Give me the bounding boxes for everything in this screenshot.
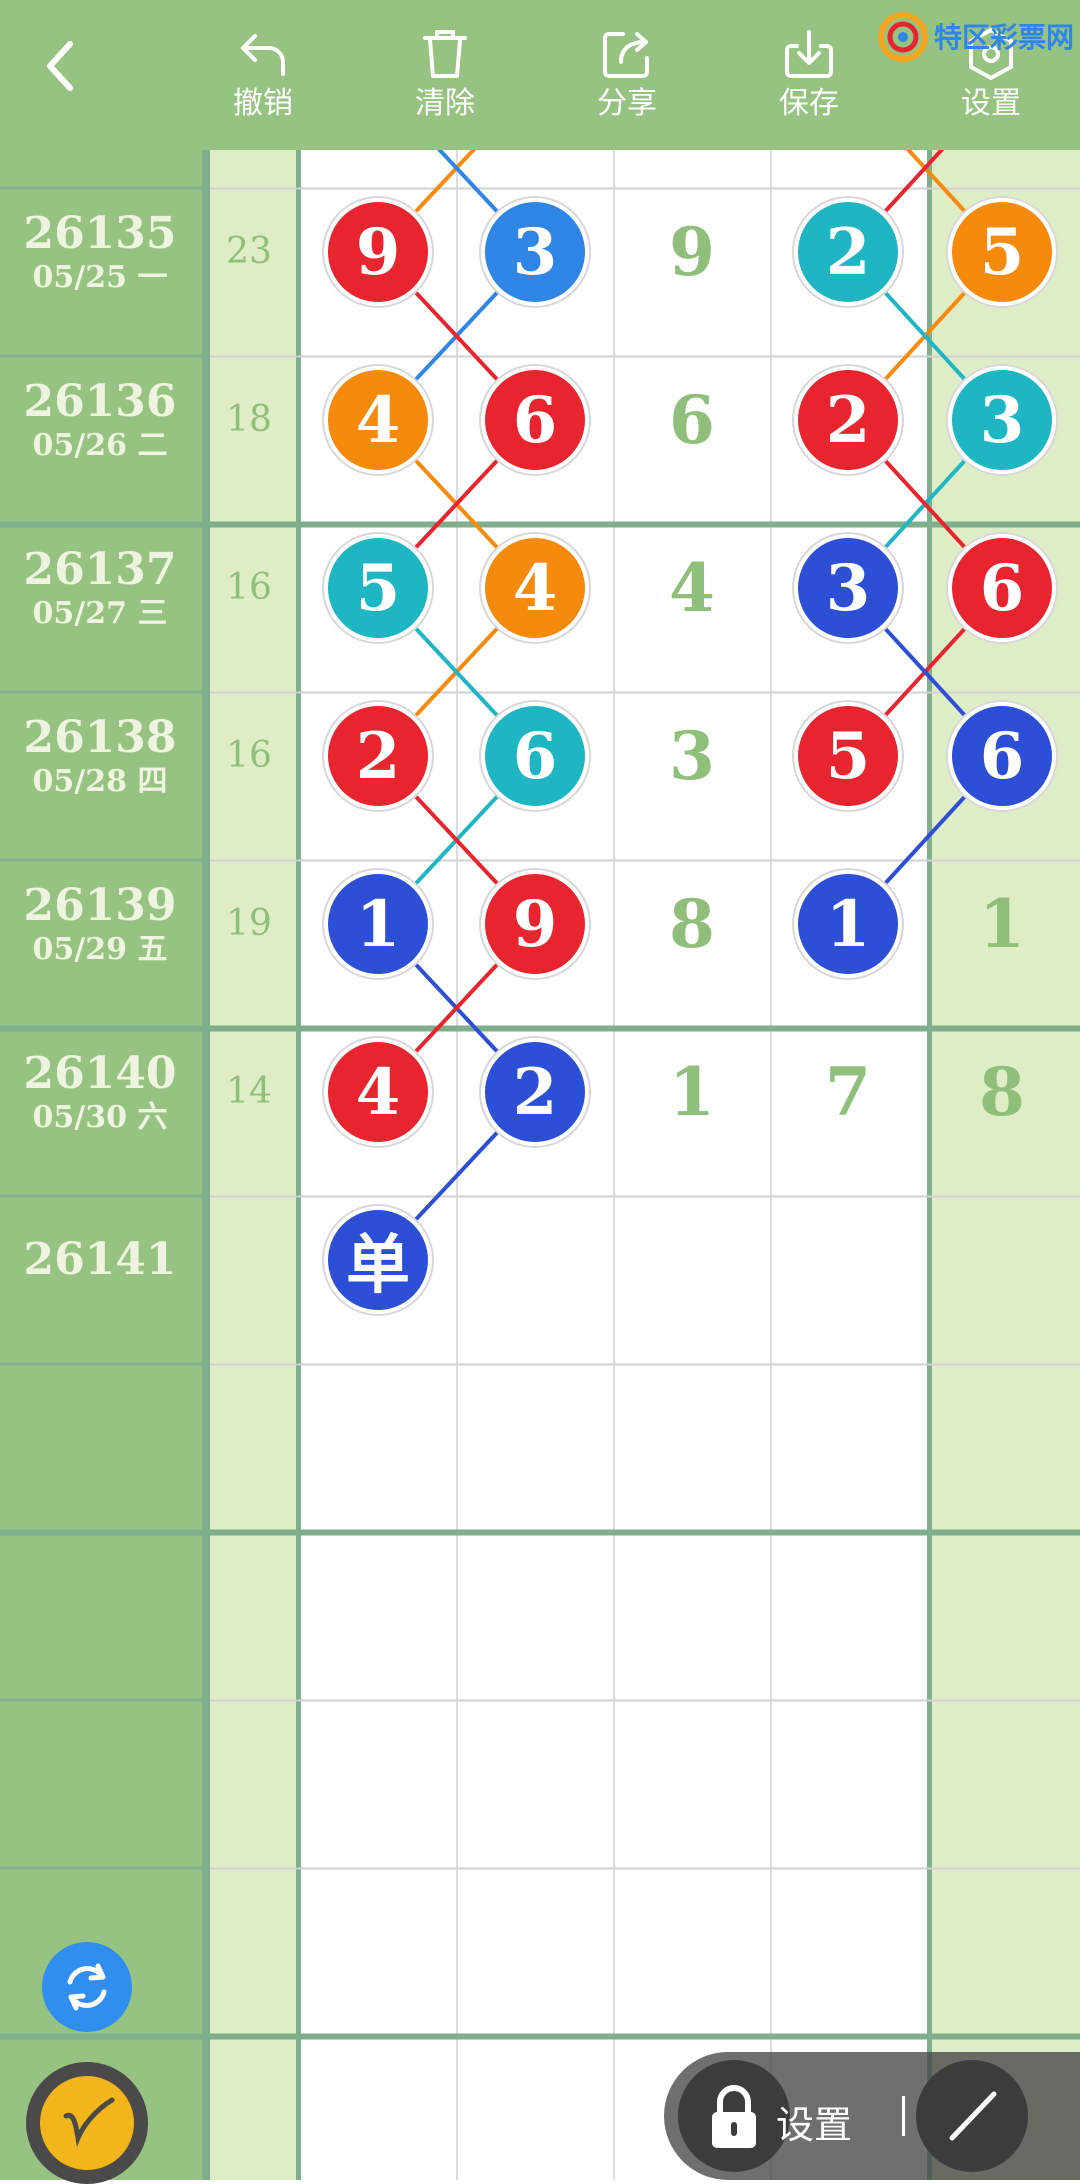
number-digit: 8: [669, 885, 715, 963]
watermark-text: 特区彩票网: [934, 21, 1075, 54]
number-ball[interactable]: 4: [481, 534, 589, 642]
clear-label: 清除: [415, 86, 475, 121]
refresh-button[interactable]: [42, 1942, 132, 2032]
period-cell: 26140 05/30 六: [0, 1050, 200, 1136]
period-column-border: [202, 0, 210, 2180]
sum-column-border: [296, 0, 301, 2180]
sum-value: 23: [226, 231, 272, 272]
site-watermark: 特区彩票网: [876, 8, 1076, 68]
drawing-control-bar: 设置: [664, 2052, 1080, 2180]
number-digit: 1: [669, 1053, 715, 1131]
pen-tool-button[interactable]: [26, 2062, 148, 2184]
undo-icon: [241, 34, 285, 76]
trash-icon: [423, 30, 467, 78]
number-ball[interactable]: 3: [948, 366, 1056, 474]
number-ball[interactable]: 5: [948, 198, 1056, 306]
save-button[interactable]: 保存: [749, 20, 869, 140]
number-ball[interactable]: 6: [481, 702, 589, 810]
number-ball[interactable]: 2: [794, 198, 902, 306]
period-number: 26138: [23, 712, 177, 763]
drawing-settings-label[interactable]: 设置: [776, 2094, 852, 2149]
period-date: 05/29 五: [32, 932, 168, 967]
sum-value: 16: [226, 735, 272, 776]
back-button[interactable]: [0, 20, 120, 140]
number-ball[interactable]: 6: [948, 702, 1056, 810]
period-number: 26137: [23, 544, 177, 595]
share-label: 分享: [597, 86, 657, 121]
number-digit: 8: [979, 1053, 1025, 1131]
chevron-left-icon: [47, 41, 73, 91]
sum-value: 16: [226, 567, 272, 608]
number-ball[interactable]: 5: [794, 702, 902, 810]
share-button[interactable]: 分享: [567, 20, 687, 140]
toolbar: 撤销 清除 分享 保存 设置 特区彩票网: [0, 0, 1080, 150]
straight-line-icon: [949, 2091, 997, 2141]
period-cell: 26141: [0, 1236, 200, 1284]
number-ball[interactable]: 4: [324, 1038, 432, 1146]
download-icon: [785, 30, 833, 78]
period-cell: 26137 05/27 三: [0, 546, 200, 632]
number-ball[interactable]: 5: [324, 534, 432, 642]
number-ball[interactable]: 9: [481, 870, 589, 978]
sum-value: 14: [226, 1071, 272, 1112]
settings-label: 设置: [961, 86, 1021, 121]
clear-button[interactable]: 清除: [385, 20, 505, 140]
share-icon: [603, 32, 649, 78]
number-ball[interactable]: 3: [794, 534, 902, 642]
number-digit: 3: [669, 717, 715, 795]
lock-button[interactable]: [678, 2060, 790, 2172]
period-number: 26135: [23, 208, 177, 259]
number-digit: 7: [825, 1053, 871, 1131]
period-cell: 26135 05/25 一: [0, 210, 200, 296]
period-date: 05/28 四: [32, 764, 168, 799]
divider: [902, 2096, 905, 2136]
number-ball[interactable]: 6: [481, 366, 589, 474]
number-ball[interactable]: 2: [324, 702, 432, 810]
number-ball[interactable]: 6: [948, 534, 1056, 642]
period-cell: 26138 05/28 四: [0, 714, 200, 800]
number-digit: 4: [669, 549, 715, 627]
number-digit: 6: [669, 381, 715, 459]
period-number: 26139: [23, 880, 177, 931]
period-date: 05/26 二: [32, 428, 168, 463]
odd-marker-ball[interactable]: 单: [324, 1206, 432, 1314]
number-ball[interactable]: 3: [481, 198, 589, 306]
number-digit: 1: [979, 885, 1025, 963]
undo-button[interactable]: 撤销: [203, 20, 323, 140]
number-ball[interactable]: 2: [481, 1038, 589, 1146]
sum-value: 19: [226, 903, 272, 944]
number-ball[interactable]: 4: [324, 366, 432, 474]
sum-value: 18: [226, 399, 272, 440]
bottom-overlay: 设置: [0, 1900, 1080, 2184]
period-cell: 26139 05/29 五: [0, 882, 200, 968]
number-digit: 9: [669, 213, 715, 291]
period-number: 26140: [23, 1048, 177, 1099]
trend-chart-grid[interactable]: 2613405/24 日14515332613505/25 一239392526…: [0, 0, 1080, 2180]
period-cell: 26136 05/26 二: [0, 378, 200, 464]
number-ball[interactable]: 9: [324, 198, 432, 306]
number-ball[interactable]: 2: [794, 366, 902, 474]
period-date: 05/27 三: [32, 596, 168, 631]
period-number: 26136: [23, 376, 177, 427]
number-ball[interactable]: 1: [324, 870, 432, 978]
line-tool-button[interactable]: [916, 2060, 1028, 2172]
lock-icon: [712, 2085, 756, 2148]
period-number: 26141: [23, 1234, 177, 1285]
undo-label: 撤销: [233, 86, 293, 121]
swirl-logo-icon: [878, 12, 928, 62]
period-date: 05/30 六: [32, 1100, 168, 1135]
refresh-icon: [67, 1963, 107, 2011]
save-label: 保存: [779, 86, 839, 121]
pen-stroke-icon: [63, 2097, 115, 2147]
period-date: 05/25 一: [32, 260, 168, 295]
number-ball[interactable]: 1: [794, 870, 902, 978]
